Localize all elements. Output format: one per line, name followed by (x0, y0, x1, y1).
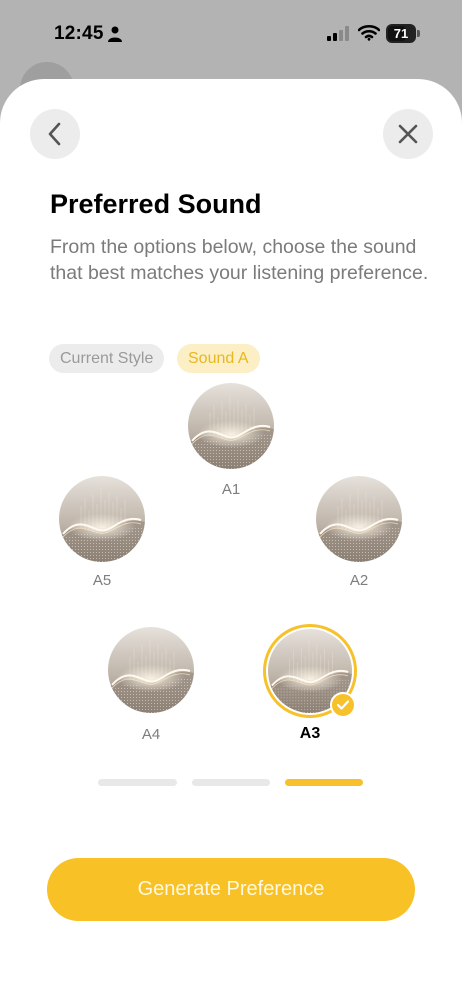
sound-option-label: A3 (299, 725, 321, 742)
checkmark-icon (330, 692, 356, 718)
sound-waveform-image (108, 627, 194, 713)
sound-option-label: A4 (141, 726, 161, 743)
generate-preference-button[interactable]: Generate Preference (47, 858, 415, 921)
screen: 12:45 71 Preferred Sound From the option… (0, 0, 462, 1000)
sound-waveform-image (188, 383, 274, 469)
preferred-sound-sheet: Preferred Sound From the options below, … (0, 79, 462, 1000)
progress-step-2 (192, 779, 270, 786)
current-style-chip[interactable]: Current Style (49, 344, 165, 373)
status-time: 12:45 (54, 23, 104, 44)
sound-option-label: A2 (349, 572, 369, 589)
signal-icon (327, 26, 349, 41)
progress-step-1 (98, 779, 177, 786)
chevron-left-icon (48, 122, 61, 146)
page-subtitle: From the options below, choose the sound… (50, 236, 429, 284)
sound-waveform-image (59, 476, 145, 562)
battery-level: 71 (393, 26, 409, 41)
sound-option-label: A5 (92, 572, 112, 589)
close-button[interactable] (383, 109, 433, 159)
sound-waveform-image (316, 476, 402, 562)
page-title: Preferred Sound (50, 189, 262, 219)
battery-icon: 71 (386, 24, 420, 43)
back-button[interactable] (30, 109, 80, 159)
wifi-icon (358, 24, 380, 41)
person-icon (108, 26, 122, 42)
progress-step-3 (285, 779, 363, 786)
close-icon (398, 124, 418, 144)
sound-option-label: A1 (221, 481, 241, 498)
sound-a-chip[interactable]: Sound A (177, 344, 260, 373)
status-bar: 12:45 71 (0, 0, 462, 70)
